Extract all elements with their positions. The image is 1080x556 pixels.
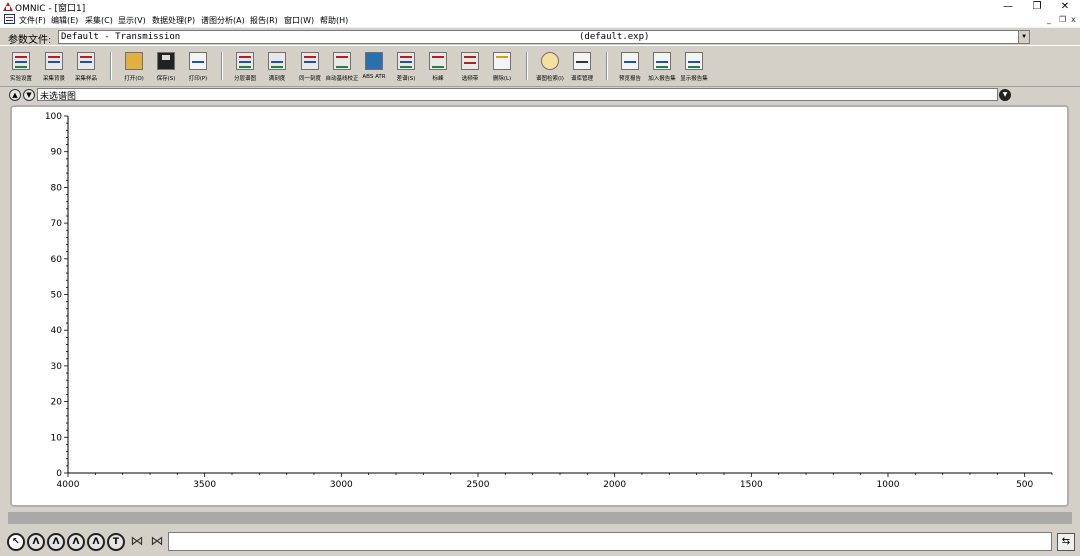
y-tick-label: 80 (51, 183, 63, 193)
peak-height-tool-icon[interactable]: Λ (47, 533, 65, 551)
spectrum-window[interactable]: 100 90 80 70 60 50 40 30 20 10 0 4000 3500 3000 2500 20… (10, 105, 1069, 507)
x-tick-label: 3000 (330, 480, 353, 490)
x-tick-label: 3500 (193, 480, 216, 490)
view-notebook-icon (685, 52, 703, 70)
command-input[interactable] (168, 532, 1052, 551)
omnic-logo-icon (3, 2, 13, 11)
spectrum-plot[interactable]: 10090807060504030201004000 3500 3000 2500 20… (12, 107, 1067, 505)
toolbar-label: 采集样品 (74, 76, 97, 82)
peak-area-tool-icon[interactable]: Λ (67, 533, 85, 551)
y-tick-label: 20 (51, 398, 63, 408)
baseline-tool-icon[interactable]: Λ (87, 533, 105, 551)
delete-icon (493, 52, 511, 70)
y-tick-label: 30 (51, 362, 63, 372)
title-bar: OMNIC - [窗口1] — ❐ ✕ (0, 0, 1080, 14)
printer-icon (189, 52, 207, 70)
x-tick-label: 2500 (467, 480, 490, 490)
menu-view[interactable]: 显示(V) (118, 15, 146, 26)
collect-sample-button[interactable]: 采集样品 (69, 50, 103, 84)
save-disk-icon (157, 52, 175, 70)
toolbar-label: 显示报告集 (680, 76, 708, 82)
x-tick-label: 2000 (603, 480, 626, 490)
zoom-out-tool-icon[interactable]: ⋈ (148, 533, 166, 551)
chevron-down-icon[interactable]: ▼ (999, 89, 1011, 101)
swap-arrows-icon[interactable]: ⇆ (1057, 533, 1075, 551)
selection-tool-icon[interactable]: ↖ (7, 533, 25, 551)
toolbar-label: 谱库管理 (570, 76, 593, 82)
y-tick-label: 50 (51, 291, 63, 301)
y-tick-label: 70 (51, 219, 63, 229)
x-tick-label: 1000 (877, 480, 900, 490)
y-tick-label: 0 (56, 469, 62, 479)
toolbar-label: 删除(L) (492, 76, 512, 82)
close-button[interactable]: ✕ (1050, 0, 1080, 13)
horizontal-scrollbar[interactable] (8, 512, 1072, 524)
experiment-row: 参数文件: Default - Transmission (default.ex… (0, 27, 1080, 46)
main-toolbar: 实验设置 采集背景 采集样品 打开(O) 保存(S) 打印(P) 分层谱图 满刻… (0, 45, 1080, 87)
experiment-file: (default.exp) (579, 32, 650, 42)
next-spectrum-icon[interactable]: ▼ (23, 89, 35, 101)
menu-file[interactable]: 文件(F) (19, 15, 46, 26)
spectrum-select-value: 未选谱图 (40, 92, 77, 102)
y-tick-label: 60 (51, 255, 63, 265)
common-scale-icon (301, 52, 319, 70)
y-tick-label: 10 (51, 433, 63, 443)
stack-spectra-icon (236, 52, 254, 70)
select-band-icon (461, 52, 479, 70)
minimize-button[interactable]: — (993, 0, 1023, 13)
y-tick-label: 100 (45, 112, 62, 122)
plot-axes: 10090807060504030201004000 3500 3000 2500 20… (45, 112, 1053, 490)
text-tool-icon[interactable]: T (107, 533, 125, 551)
menu-window[interactable]: 窗口(W) (284, 15, 314, 26)
mdi-restore-button[interactable]: ❐ (1059, 15, 1066, 24)
abs-atr-icon (365, 52, 383, 70)
print-button[interactable]: 打印(P) (181, 50, 215, 84)
bottom-toolbar: ↖ Λ Λ Λ Λ T ⋈ ⋈ ⇆ (0, 529, 1080, 556)
collect-sample-icon (77, 52, 95, 70)
menu-help[interactable]: 帮助(H) (320, 15, 348, 26)
experiment-label: 参数文件: (8, 35, 52, 46)
search-icon (541, 52, 559, 70)
x-tick-label: 4000 (57, 480, 80, 490)
y-tick-label: 40 (51, 326, 63, 336)
experiment-value: Default - Transmission (61, 32, 181, 42)
menu-bar: 文件(F) 编辑(E) 采集(C) 显示(V) 数据处理(P) 谱图分析(A) … (0, 13, 1080, 27)
menu-report[interactable]: 报告(R) (250, 15, 278, 26)
library-manager-button[interactable]: 谱库管理 (565, 50, 599, 84)
x-tick-label: 1500 (740, 480, 763, 490)
document-window-icon[interactable] (4, 14, 15, 24)
mdi-minimize-button[interactable]: _ (1047, 15, 1051, 24)
full-scale-icon (268, 52, 286, 70)
previous-spectrum-icon[interactable]: ▲ (9, 89, 21, 101)
mdi-close-button[interactable]: x (1071, 15, 1076, 24)
baseline-correct-icon (333, 52, 351, 70)
library-manager-icon (573, 52, 591, 70)
collect-background-icon (45, 52, 63, 70)
menu-edit[interactable]: 编辑(E) (51, 15, 78, 26)
preview-report-icon (621, 52, 639, 70)
x-tick-label: 500 (1016, 480, 1033, 490)
experiment-setup-icon (12, 52, 30, 70)
view-notebook-button[interactable]: 显示报告集 (677, 50, 711, 84)
zoom-in-tool-icon[interactable]: ⋈ (128, 533, 146, 551)
toolbar-label: 打印(P) (188, 76, 208, 82)
restore-button[interactable]: ❐ (1022, 0, 1052, 13)
open-folder-icon (125, 52, 143, 70)
menu-process[interactable]: 数据处理(P) (152, 15, 195, 26)
spectrum-selector-row: ▲ ▼ 未选谱图 ▼ (0, 87, 1080, 103)
subtract-icon (397, 52, 415, 70)
chevron-down-icon[interactable]: ▼ (1018, 31, 1029, 43)
spectrum-select[interactable]: 未选谱图 (37, 88, 998, 102)
add-to-notebook-icon (653, 52, 671, 70)
menu-analyze[interactable]: 谱图分析(A) (201, 15, 245, 26)
find-peaks-icon (429, 52, 447, 70)
delete-button[interactable]: 删除(L) (485, 50, 519, 84)
y-tick-label: 90 (51, 148, 63, 158)
menu-collect[interactable]: 采集(C) (85, 15, 113, 26)
region-tool-icon[interactable]: Λ (27, 533, 45, 551)
experiment-select[interactable]: Default - Transmission (default.exp) ▼ (58, 30, 1030, 44)
